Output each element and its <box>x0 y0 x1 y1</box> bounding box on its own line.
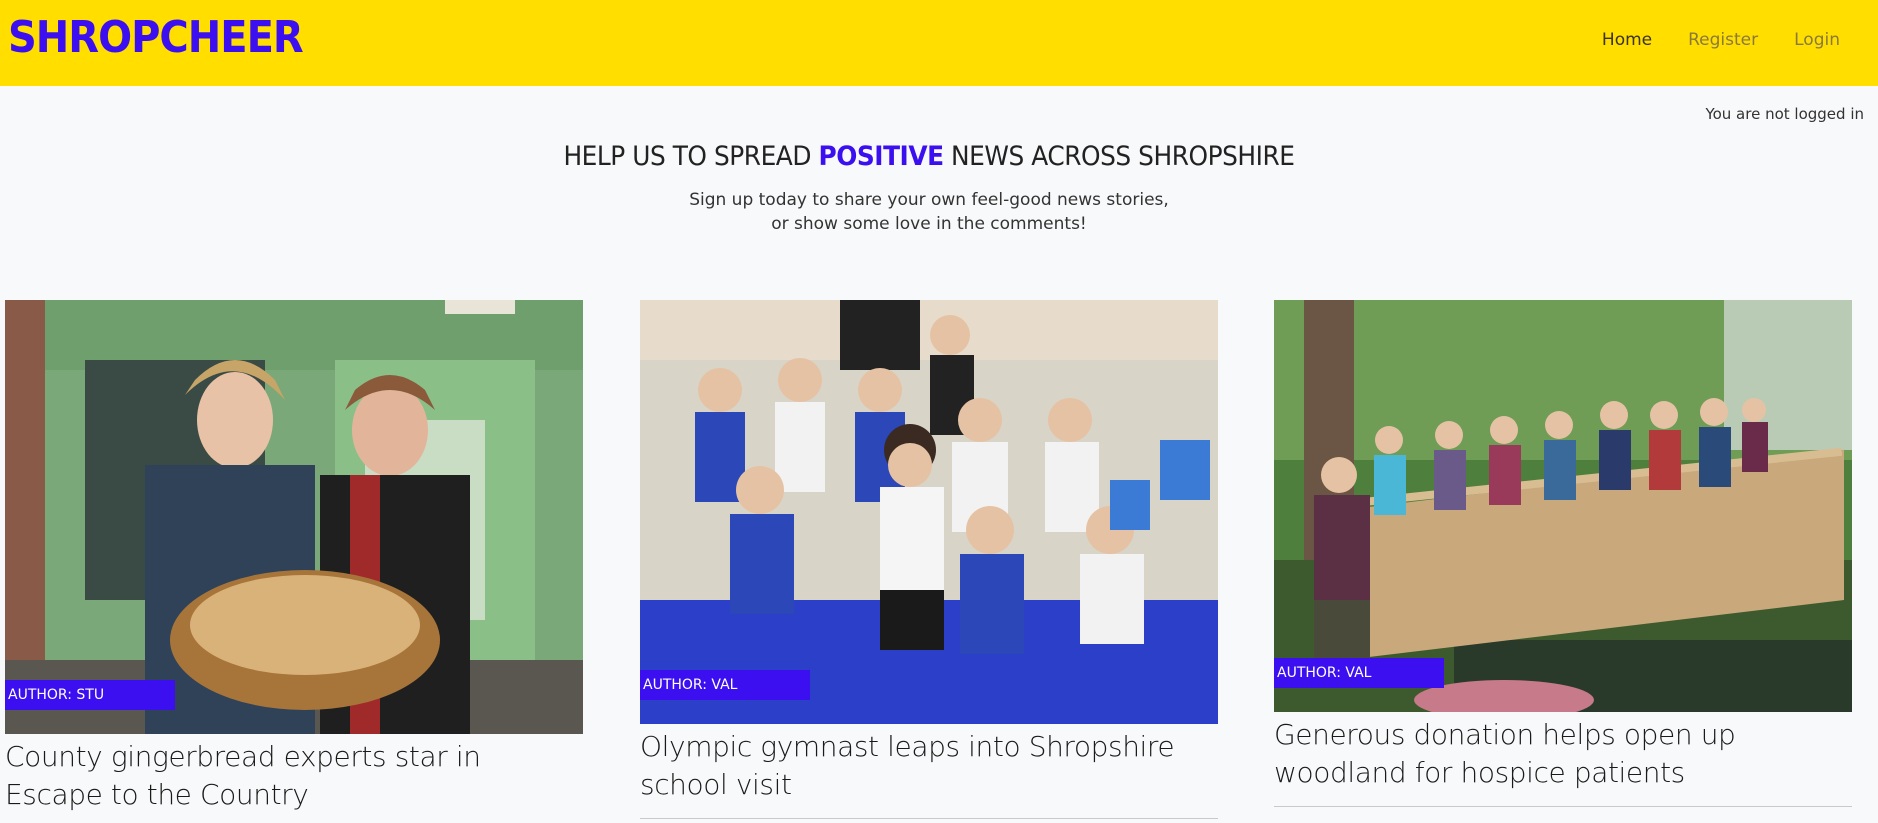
brand-logo[interactable]: SHROPCHEER <box>8 10 304 66</box>
nav-links: Home Register Login <box>1602 28 1840 52</box>
card-divider <box>640 818 1218 819</box>
hero-subtitle: Sign up today to share your own feel-goo… <box>0 188 1858 236</box>
school-children-photo <box>640 300 1218 724</box>
nav-login-link[interactable]: Login <box>1794 28 1840 52</box>
card-divider <box>1274 806 1852 807</box>
nav-home-link[interactable]: Home <box>1602 28 1652 52</box>
hero-title-accent: POSITIVE <box>818 141 944 172</box>
shopfront-bakers-photo <box>5 300 583 734</box>
post-title[interactable]: Olympic gymnast leaps into Shropshire sc… <box>640 728 1218 804</box>
login-status-text: You are not logged in <box>1705 105 1864 123</box>
post-card[interactable]: AUTHOR: VAL Generous donation helps open… <box>1274 300 1852 807</box>
post-image[interactable]: AUTHOR: VAL <box>1274 300 1852 712</box>
hero-title-end: NEWS ACROSS SHROPSHIRE <box>943 141 1295 172</box>
author-badge: AUTHOR: VAL <box>640 670 810 700</box>
post-image[interactable]: AUTHOR: VAL <box>640 300 1218 724</box>
hero-title-start: HELP US TO SPREAD <box>563 141 819 172</box>
post-title[interactable]: County gingerbread experts star in Escap… <box>5 738 583 814</box>
post-title[interactable]: Generous donation helps open up woodland… <box>1274 716 1852 792</box>
navbar: SHROPCHEER Home Register Login <box>0 0 1878 86</box>
hero-subtitle-line2: or show some love in the comments! <box>771 214 1087 234</box>
author-badge: AUTHOR: STU <box>5 680 175 710</box>
author-badge: AUTHOR: VAL <box>1274 658 1444 688</box>
hero-subtitle-line1: Sign up today to share your own feel-goo… <box>689 190 1169 210</box>
woodland-bridge-photo <box>1274 300 1852 712</box>
post-image[interactable]: AUTHOR: STU <box>5 300 583 734</box>
post-card[interactable]: AUTHOR: STU County gingerbread experts s… <box>5 300 583 814</box>
nav-register-link[interactable]: Register <box>1688 28 1758 52</box>
post-card[interactable]: AUTHOR: VAL Olympic gymnast leaps into S… <box>640 300 1218 819</box>
hero-title: HELP US TO SPREAD POSITIVE NEWS ACROSS S… <box>74 141 1783 172</box>
